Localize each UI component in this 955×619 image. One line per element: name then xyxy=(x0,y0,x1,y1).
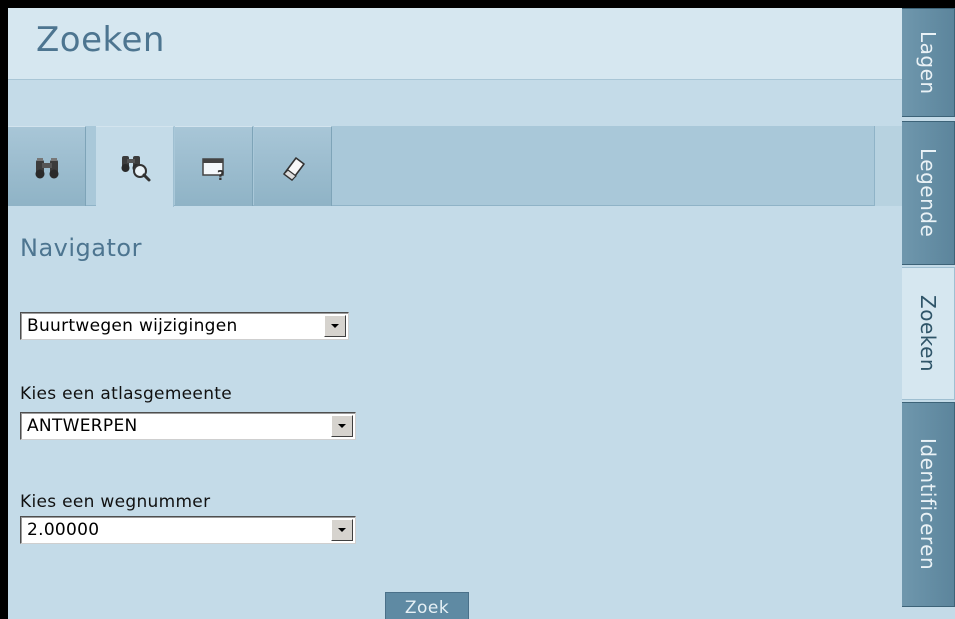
panel-header: Zoeken xyxy=(8,8,902,80)
wegnummer-label: Kies een wegnummer xyxy=(20,492,211,512)
tab-legende[interactable]: Legende xyxy=(902,121,955,265)
side-tab-bar: Lagen Legende Zoeken Identificeren xyxy=(902,8,955,619)
svg-text:?: ? xyxy=(217,169,225,184)
chevron-down-icon[interactable] xyxy=(324,315,346,337)
search-panel: Zoeken ? Navigator Buurtwegen wijziginge… xyxy=(8,8,902,619)
navigator-title: Navigator xyxy=(20,234,142,262)
chevron-down-icon[interactable] xyxy=(331,415,353,437)
tab-lagen[interactable]: Lagen xyxy=(902,8,955,117)
wegnummer-select[interactable]: 2.00000 xyxy=(20,516,356,544)
atlas-value: ANTWERPEN xyxy=(27,416,138,436)
search-button[interactable]: Zoek xyxy=(385,592,469,619)
app-frame: Zoeken ? Navigator Buurtwegen wijziginge… xyxy=(8,8,955,619)
tab-label: Legende xyxy=(916,148,940,238)
navigator-mode-select[interactable]: Buurtwegen wijzigingen xyxy=(20,312,349,340)
atlas-select[interactable]: ANTWERPEN xyxy=(20,412,356,440)
eraser-icon xyxy=(282,156,305,181)
chevron-down-icon[interactable] xyxy=(331,519,353,541)
tool-binoculars-button[interactable] xyxy=(8,126,86,206)
tool-eraser-button[interactable] xyxy=(254,126,332,206)
panel-title: Zoeken xyxy=(36,20,165,60)
tab-identificeren[interactable]: Identificeren xyxy=(902,402,955,607)
toolbar-end xyxy=(874,126,902,206)
tab-label: Lagen xyxy=(916,30,940,95)
tool-window-help-button[interactable]: ? xyxy=(175,126,253,206)
wegnummer-value: 2.00000 xyxy=(27,520,100,540)
navigator-mode-value: Buurtwegen wijzigingen xyxy=(27,316,238,336)
tab-label: Identificeren xyxy=(916,438,940,571)
tab-zoeken[interactable]: Zoeken xyxy=(902,267,955,400)
tool-binoculars-search-button[interactable] xyxy=(96,126,174,207)
binoculars-icon xyxy=(35,157,58,178)
window-help-icon: ? xyxy=(201,157,225,184)
atlas-label: Kies een atlasgemeente xyxy=(20,384,232,404)
binoculars-search-icon xyxy=(121,156,150,182)
tab-label: Zoeken xyxy=(916,294,940,373)
